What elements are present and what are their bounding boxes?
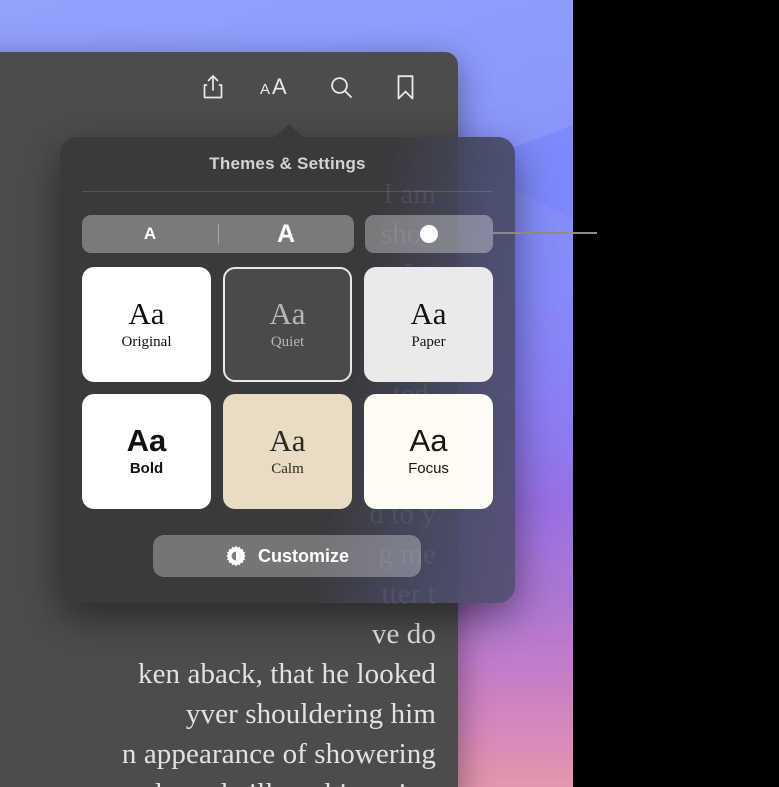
theme-card-paper[interactable]: Aa Paper	[364, 267, 493, 382]
theme-card-calm[interactable]: Aa Calm	[223, 394, 352, 509]
customize-button[interactable]: Customize	[153, 535, 421, 577]
divider	[82, 191, 493, 192]
appearance-toggle-button[interactable]	[365, 215, 493, 253]
theme-label: Focus	[408, 459, 449, 477]
decrease-font-size-button[interactable]: A	[82, 215, 218, 253]
theme-card-focus[interactable]: Aa Focus	[364, 394, 493, 509]
popover-arrow	[274, 124, 304, 138]
search-icon[interactable]	[324, 70, 358, 104]
customize-label: Customize	[257, 545, 349, 566]
theme-sample: Aa	[128, 296, 165, 332]
font-size-segmented-control: A A	[82, 215, 354, 253]
segment-divider	[218, 224, 219, 244]
callout-line	[493, 232, 597, 234]
bookmark-icon[interactable]	[388, 70, 422, 104]
body-line: ve do	[371, 618, 436, 650]
theme-sample: Aa	[409, 423, 448, 459]
theme-sample: Aa	[269, 423, 306, 459]
theme-grid: Aa Original Aa Quiet Aa Paper Aa Bold Aa…	[82, 267, 493, 509]
text-size-icon[interactable]: A A	[260, 70, 294, 104]
theme-label: Paper	[411, 333, 446, 350]
theme-card-original[interactable]: Aa Original	[82, 267, 211, 382]
body-line: and goodwill, on his erring	[0, 774, 436, 787]
theme-card-quiet[interactable]: Aa Quiet	[223, 267, 352, 382]
body-line: ken aback, that he looked	[137, 658, 436, 690]
body-line: yver shouldering him	[185, 698, 436, 730]
theme-sample: Aa	[126, 423, 167, 459]
body-line: n appearance of showering	[121, 738, 436, 770]
gear-icon	[225, 545, 247, 567]
screen: A A I am shou r. Lo d gid not e	[0, 0, 779, 787]
size-and-appearance-row: A A	[82, 215, 493, 253]
increase-font-size-button[interactable]: A	[218, 215, 354, 253]
svg-text:A: A	[272, 75, 287, 99]
theme-label: Original	[121, 333, 172, 350]
share-icon[interactable]	[196, 70, 230, 104]
page-title: Themes & Settings	[209, 154, 366, 173]
theme-label: Calm	[271, 460, 304, 477]
appearance-circle-half-icon	[418, 223, 440, 245]
theme-label: Quiet	[270, 333, 305, 350]
theme-card-bold[interactable]: Aa Bold	[82, 394, 211, 509]
svg-text:A: A	[260, 81, 270, 98]
reader-toolbar: A A	[0, 52, 458, 122]
themes-settings-popover: Themes & Settings A A Aa Original Aa Qui…	[60, 124, 515, 603]
theme-sample: Aa	[410, 296, 447, 332]
theme-sample: Aa	[269, 296, 306, 332]
theme-label: Bold	[129, 459, 164, 477]
